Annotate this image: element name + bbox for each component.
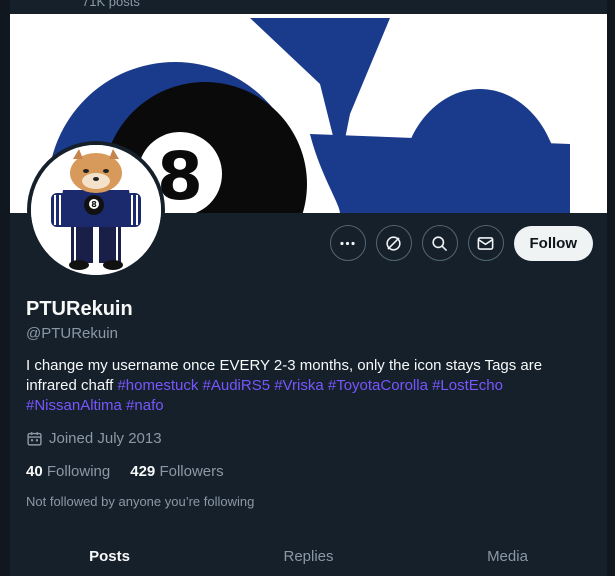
not-followed-note: Not followed by anyone you’re following (26, 494, 255, 509)
window-frame-left (0, 0, 10, 576)
hashtag-link[interactable]: #homestuck (117, 377, 198, 394)
top-bar: 71K posts (10, 0, 607, 14)
more-icon (340, 241, 355, 245)
following-link[interactable]: 40 Following (26, 463, 110, 480)
avatar[interactable]: 8 (27, 141, 165, 279)
profile-actions: Follow (329, 225, 593, 261)
followers-label: Followers (159, 463, 224, 480)
hashtag-link[interactable]: #NissanAltima (26, 397, 122, 414)
joined-text: Joined July 2013 (49, 430, 162, 447)
hashtag-link[interactable]: #Vriska (274, 377, 323, 394)
search-button[interactable] (421, 225, 458, 261)
search-icon (432, 235, 448, 251)
message-icon (477, 236, 494, 250)
profile-tabs: Posts Replies Media (10, 534, 607, 576)
grok-button[interactable] (375, 225, 412, 261)
followers-count: 429 (130, 463, 156, 480)
avatar-image: 8 (31, 145, 161, 275)
hashtag-link[interactable]: #AudiRS5 (203, 377, 271, 394)
following-count: 40 (26, 463, 43, 480)
follow-button[interactable]: Follow (513, 225, 593, 261)
hashtag-link[interactable]: #nafo (126, 397, 164, 414)
bio: I change my username once EVERY 2-3 mont… (26, 356, 586, 416)
display-name: PTURekuin (26, 298, 133, 320)
followers-link[interactable]: 429 Followers (130, 463, 223, 480)
tab-media[interactable]: Media (408, 534, 607, 576)
following-label: Following (46, 463, 111, 480)
more-button[interactable] (329, 225, 366, 261)
message-button[interactable] (467, 225, 504, 261)
tab-posts[interactable]: Posts (10, 534, 209, 576)
window-frame-right (607, 0, 615, 576)
follow-stats: 40 Following 429 Followers (26, 463, 224, 480)
svg-text:8: 8 (91, 200, 97, 209)
grok-icon (386, 235, 401, 251)
joined-date: Joined July 2013 (26, 430, 162, 447)
tab-replies[interactable]: Replies (209, 534, 408, 576)
hashtag-link[interactable]: #LostEcho (432, 377, 503, 394)
calendar-icon (27, 432, 42, 446)
posts-count: 71K posts (82, 0, 140, 9)
handle: @PTURekuin (26, 325, 118, 342)
hashtag-link[interactable]: #ToyotaCorolla (328, 377, 428, 394)
